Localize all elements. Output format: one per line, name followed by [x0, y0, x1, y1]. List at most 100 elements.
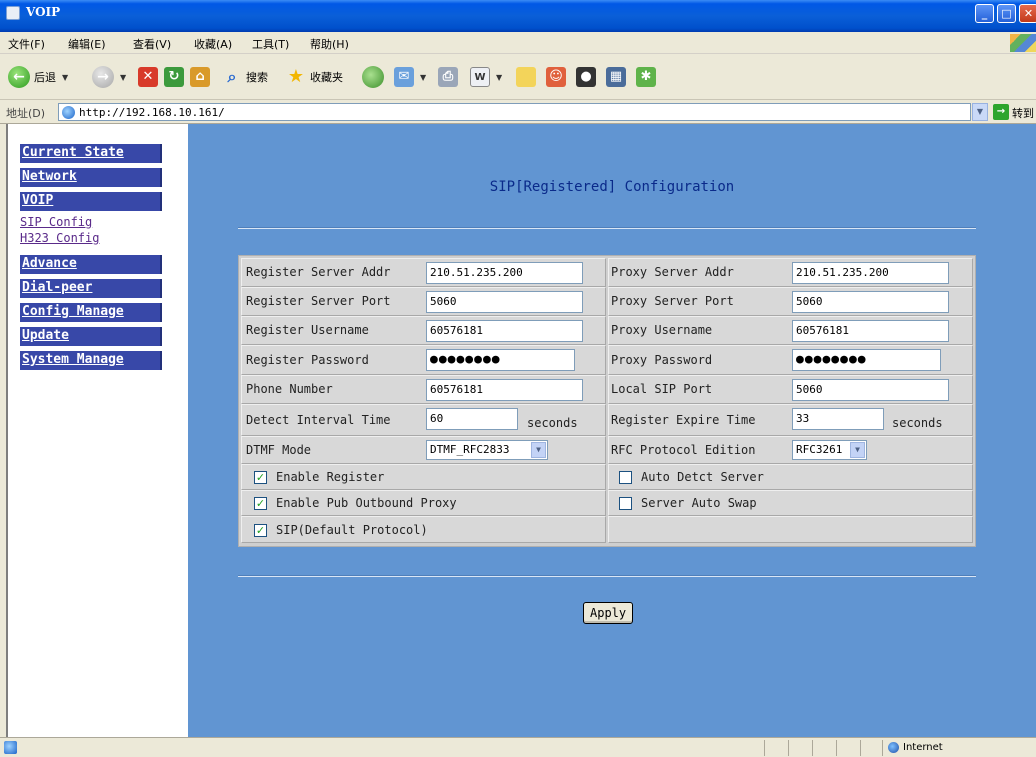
dtmf-mode-label: DTMF Mode: [246, 443, 312, 457]
rfc-edition-label: RFC Protocol Edition: [611, 443, 756, 457]
back-arrow-icon: ←: [8, 66, 30, 88]
mail-dropdown-icon[interactable]: ▼: [420, 73, 426, 82]
register-server-addr-input[interactable]: 210.51.235.200: [426, 262, 583, 284]
contacts-button[interactable]: ✱: [636, 66, 656, 88]
back-button[interactable]: ← 后退 ▼: [8, 66, 68, 88]
row-proxy-server-port: Proxy Server Port 5060: [608, 287, 973, 316]
address-dropdown-icon[interactable]: ▼: [972, 103, 988, 121]
forward-dropdown-icon[interactable]: ▼: [120, 73, 126, 82]
proxy-username-input[interactable]: 60576181: [792, 320, 949, 342]
detect-interval-unit: seconds: [527, 416, 578, 430]
search-label: 搜索: [246, 71, 268, 84]
print-button[interactable]: ⎙: [438, 66, 458, 88]
mail-icon: ✉: [394, 67, 414, 87]
edit-dropdown-icon[interactable]: ▼: [496, 73, 502, 82]
phone-number-label: Phone Number: [246, 382, 333, 396]
nav-network[interactable]: Network: [20, 168, 162, 187]
register-server-port-input[interactable]: 5060: [426, 291, 583, 313]
bottom-divider: [238, 575, 976, 577]
register-password-input[interactable]: ●●●●●●●●: [426, 349, 575, 371]
row-proxy-password: Proxy Password ●●●●●●●●: [608, 345, 973, 375]
messenger-button[interactable]: ☺: [546, 66, 566, 88]
nav-dial-peer[interactable]: Dial-peer: [20, 279, 162, 298]
page-status-icon: [4, 741, 17, 754]
go-label[interactable]: 转到: [1012, 105, 1034, 121]
row-phone-number: Phone Number 60576181: [241, 375, 606, 404]
dtmf-mode-value: DTMF_RFC2833: [430, 443, 510, 456]
internet-globe-icon: [888, 742, 899, 753]
nav-sip-config[interactable]: SIP Config: [20, 215, 92, 229]
enable-register-checkbox[interactable]: ✓: [254, 471, 267, 484]
empty-cell: [608, 516, 973, 543]
server-auto-swap-label: Server Auto Swap: [641, 496, 757, 510]
nav-voip[interactable]: VOIP: [20, 192, 162, 211]
nav-update[interactable]: Update: [20, 327, 162, 346]
address-label: 地址(D): [6, 107, 46, 120]
sip-default-protocol-label: SIP(Default Protocol): [276, 523, 428, 537]
nav-config-manage[interactable]: Config Manage: [20, 303, 162, 322]
nav-current-state[interactable]: Current State: [20, 144, 162, 163]
menu-file[interactable]: 文件(F): [8, 36, 45, 52]
home-button[interactable]: ⌂: [190, 66, 210, 88]
rfc-edition-select[interactable]: RFC3261 ▼: [792, 440, 867, 460]
nav-h323-config[interactable]: H323 Config: [20, 231, 99, 245]
enable-pub-outbound-proxy-label: Enable Pub Outbound Proxy: [276, 496, 457, 510]
folder-button[interactable]: [516, 66, 536, 88]
register-expire-input[interactable]: 33: [792, 408, 884, 430]
proxy-password-input[interactable]: ●●●●●●●●: [792, 349, 941, 371]
proxy-server-port-input[interactable]: 5060: [792, 291, 949, 313]
qq-button[interactable]: ●: [576, 66, 596, 88]
row-enable-pub-outbound-proxy: ✓ Enable Pub Outbound Proxy: [241, 490, 606, 516]
row-register-expire: Register Expire Time 33 seconds: [608, 404, 973, 436]
register-username-input[interactable]: 60576181: [426, 320, 583, 342]
phone-number-input[interactable]: 60576181: [426, 379, 583, 401]
menu-tools[interactable]: 工具(T): [252, 36, 289, 52]
menu-help[interactable]: 帮助(H): [310, 36, 349, 52]
proxy-server-addr-input[interactable]: 210.51.235.200: [792, 262, 949, 284]
mail-button[interactable]: ✉ ▼: [394, 66, 426, 88]
page-title: SIP[Registered] Configuration: [489, 179, 735, 195]
row-register-username: Register Username 60576181: [241, 316, 606, 345]
refresh-button[interactable]: ↻: [164, 66, 184, 88]
close-button[interactable]: ✕: [1019, 4, 1036, 23]
edit-button[interactable]: W ▼: [470, 66, 502, 88]
enable-register-label: Enable Register: [276, 470, 385, 484]
auto-detect-server-checkbox[interactable]: [619, 471, 632, 484]
go-arrow-icon[interactable]: →: [993, 104, 1009, 120]
row-enable-register: ✓ Enable Register: [241, 464, 606, 490]
star-icon: ★: [287, 66, 305, 87]
top-divider: [238, 227, 976, 229]
apply-button[interactable]: Apply: [583, 602, 634, 624]
back-dropdown-icon[interactable]: ▼: [62, 73, 68, 82]
sip-default-protocol-checkbox[interactable]: ✓: [254, 524, 267, 537]
nav-system-manage[interactable]: System Manage: [20, 351, 162, 370]
row-rfc-edition: RFC Protocol Edition RFC3261 ▼: [608, 436, 973, 464]
menu-edit[interactable]: 编辑(E): [68, 36, 106, 52]
address-input[interactable]: http://192.168.10.161/: [58, 103, 971, 121]
search-button[interactable]: ⌕ 搜索: [222, 66, 268, 88]
minimize-button[interactable]: _: [975, 4, 994, 23]
home-icon: ⌂: [190, 67, 210, 87]
history-button[interactable]: [362, 66, 384, 88]
local-sip-port-input[interactable]: 5060: [792, 379, 949, 401]
status-separator: [812, 740, 813, 756]
dtmf-mode-select[interactable]: DTMF_RFC2833 ▼: [426, 440, 548, 460]
chevron-down-icon: ▼: [531, 442, 546, 458]
sidebar-nav: Current State Network VOIP SIP Config H3…: [6, 124, 188, 737]
status-separator: [836, 740, 837, 756]
menu-view[interactable]: 查看(V): [133, 36, 171, 52]
maximize-button[interactable]: □: [997, 4, 1016, 23]
detect-interval-input[interactable]: 60: [426, 408, 518, 430]
search-icon: ⌕: [227, 67, 237, 86]
research-button[interactable]: ▦: [606, 66, 626, 88]
enable-pub-outbound-proxy-checkbox[interactable]: ✓: [254, 497, 267, 510]
menu-favorites[interactable]: 收藏(A): [194, 36, 232, 52]
forward-button[interactable]: → ▼: [92, 66, 126, 88]
server-auto-swap-checkbox[interactable]: [619, 497, 632, 510]
stop-button[interactable]: ✕: [138, 66, 158, 88]
auto-detect-server-label: Auto Detct Server: [641, 470, 764, 484]
nav-advance[interactable]: Advance: [20, 255, 162, 274]
favorites-button[interactable]: ★ 收藏夹: [286, 66, 343, 88]
row-register-password: Register Password ●●●●●●●●: [241, 345, 606, 375]
row-proxy-username: Proxy Username 60576181: [608, 316, 973, 345]
